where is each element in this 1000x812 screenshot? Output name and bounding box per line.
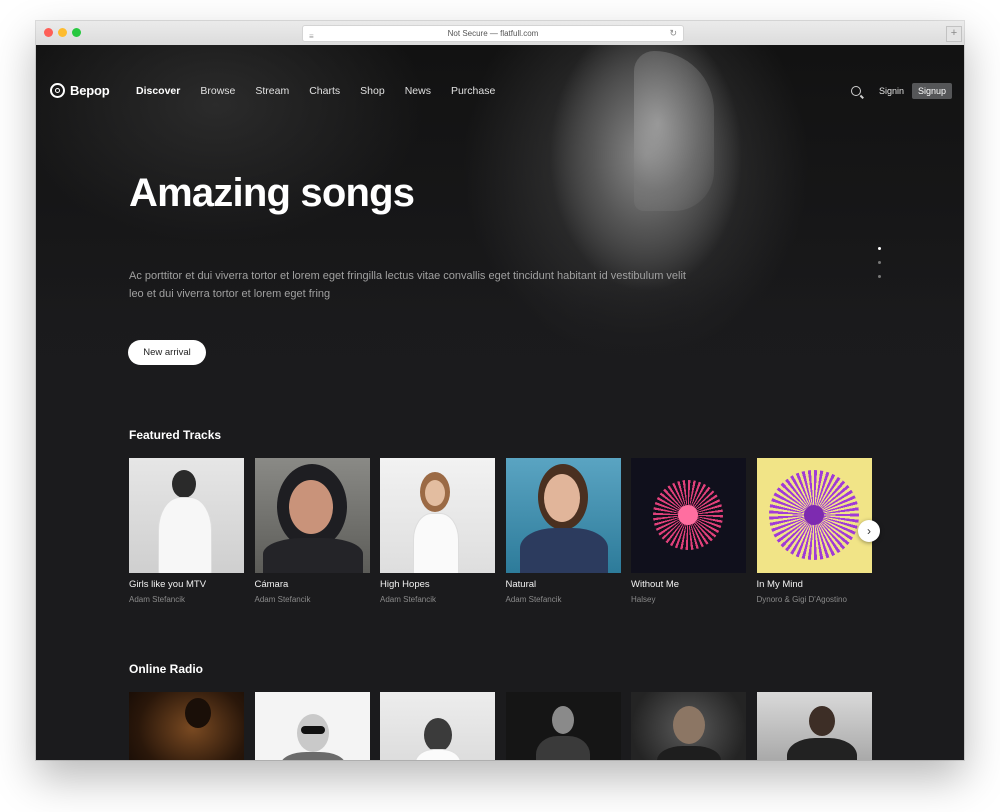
brand-name: Bepop — [70, 83, 110, 98]
online-radio-list — [129, 692, 872, 760]
radio-card[interactable] — [631, 692, 746, 760]
reader-icon[interactable]: ≡ — [309, 29, 314, 44]
track-title[interactable]: In My Mind — [757, 579, 872, 590]
nav-shop[interactable]: Shop — [360, 85, 385, 97]
track-cover[interactable] — [505, 458, 621, 573]
track-title[interactable]: Girls like you MTV — [129, 579, 244, 590]
nav-browse[interactable]: Browse — [200, 85, 235, 97]
hero-description: Ac porttitor et dui viverra tortor et lo… — [129, 270, 686, 300]
nav-discover[interactable]: Discover — [136, 85, 180, 97]
pagination-dot-active[interactable] — [878, 247, 881, 250]
track-title[interactable]: Natural — [506, 579, 621, 590]
radio-card[interactable] — [129, 692, 244, 760]
close-window-button[interactable] — [44, 28, 53, 37]
track-card[interactable]: Natural Adam Stefancik — [505, 458, 621, 604]
account-nav: Signin Signup — [850, 83, 952, 99]
browser-window: ≡ Not Secure — flatfull.com ↻ + Bepop Di… — [36, 21, 964, 760]
pagination-dot[interactable] — [878, 275, 881, 278]
logo-icon — [50, 83, 65, 98]
radio-card[interactable] — [254, 692, 370, 760]
track-cover[interactable] — [254, 458, 370, 573]
track-cover[interactable] — [756, 458, 872, 573]
page: Bepop Discover Browse Stream Charts Shop… — [36, 45, 964, 760]
url-text: Not Secure — flatfull.com — [447, 29, 539, 38]
radio-cover[interactable] — [380, 692, 495, 760]
nav-charts[interactable]: Charts — [309, 85, 340, 97]
reload-icon[interactable]: ↻ — [669, 26, 677, 41]
track-card[interactable]: High Hopes Adam Stefancik — [380, 458, 495, 604]
main-nav: Discover Browse Stream Charts Shop News … — [136, 85, 515, 97]
track-title[interactable]: High Hopes — [380, 579, 495, 590]
radio-cover[interactable] — [254, 692, 370, 760]
track-card[interactable]: Girls like you MTV Adam Stefancik — [129, 458, 244, 604]
radio-card[interactable] — [756, 692, 872, 760]
track-card[interactable]: Cámara Adam Stefancik — [254, 458, 370, 604]
hero-title: Amazing songs — [129, 171, 415, 215]
track-card[interactable]: Without Me Halsey — [631, 458, 746, 604]
nav-stream[interactable]: Stream — [255, 85, 289, 97]
track-artist[interactable]: Adam Stefancik — [380, 595, 495, 604]
radio-cover[interactable] — [505, 692, 621, 760]
radio-card[interactable] — [380, 692, 495, 760]
track-card[interactable]: In My Mind Dynoro & Gigi D'Agostino — [756, 458, 872, 604]
browser-chrome: ≡ Not Secure — flatfull.com ↻ + — [36, 21, 964, 46]
radio-cover[interactable] — [129, 692, 244, 760]
brand-logo[interactable]: Bepop — [50, 83, 110, 98]
carousel-next-button[interactable]: › — [858, 520, 880, 542]
address-bar[interactable]: ≡ Not Secure — flatfull.com ↻ — [302, 25, 684, 42]
minimize-window-button[interactable] — [58, 28, 67, 37]
track-cover[interactable] — [129, 458, 244, 573]
search-icon[interactable] — [850, 86, 861, 96]
nav-news[interactable]: News — [405, 85, 431, 97]
track-title[interactable]: Cámara — [255, 579, 370, 590]
online-radio-title: Online Radio — [129, 662, 204, 676]
track-title[interactable]: Without Me — [631, 579, 746, 590]
track-artist[interactable]: Adam Stefancik — [255, 595, 370, 604]
track-artist[interactable]: Halsey — [631, 595, 746, 604]
signup-button[interactable]: Signup — [911, 83, 952, 99]
new-tab-button[interactable]: + — [946, 26, 962, 42]
track-artist[interactable]: Adam Stefancik — [129, 595, 244, 604]
radio-cover[interactable] — [631, 692, 746, 760]
featured-tracks-title: Featured Tracks — [129, 428, 222, 442]
track-cover[interactable] — [380, 458, 495, 573]
nav-purchase[interactable]: Purchase — [451, 85, 495, 97]
pagination-dot[interactable] — [878, 261, 881, 264]
track-artist[interactable]: Adam Stefancik — [506, 595, 621, 604]
radio-cover[interactable] — [756, 692, 872, 760]
hero-pagination — [878, 247, 881, 289]
new-arrival-button[interactable]: New arrival — [128, 340, 206, 365]
signin-link[interactable]: Signin — [879, 86, 904, 96]
track-cover[interactable] — [631, 458, 746, 573]
radio-card[interactable] — [505, 692, 621, 760]
hero-portrait — [634, 51, 714, 211]
track-artist[interactable]: Dynoro & Gigi D'Agostino — [757, 595, 872, 604]
maximize-window-button[interactable] — [72, 28, 81, 37]
featured-tracks-list: Girls like you MTV Adam Stefancik Cámara… — [129, 458, 872, 604]
